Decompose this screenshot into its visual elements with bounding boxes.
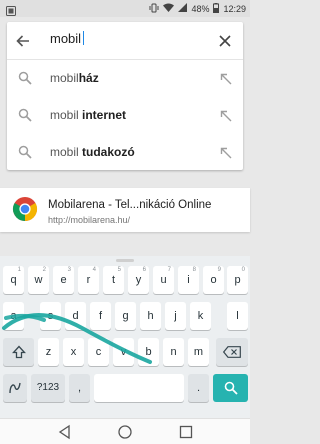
search-icon [18, 145, 32, 159]
suggestion-text: mobilház [50, 71, 99, 85]
shift-key[interactable] [3, 338, 34, 366]
period-key[interactable]: . [188, 374, 209, 402]
key-y[interactable]: 6y [128, 266, 149, 294]
on-screen-keyboard: 1q 2w 3e 4r 5t 6y 7u 8i 9o 0p a s d f g … [0, 256, 250, 418]
key-k[interactable]: k [190, 302, 211, 330]
search-query: mobil [50, 31, 82, 46]
key-c[interactable]: c [88, 338, 109, 366]
key-b[interactable]: b [138, 338, 159, 366]
key-w[interactable]: 2w [28, 266, 49, 294]
key-a[interactable]: a [3, 302, 24, 330]
key-o[interactable]: 9o [203, 266, 224, 294]
key-n[interactable]: n [163, 338, 184, 366]
key-q[interactable]: 1q [3, 266, 24, 294]
notification-icon [6, 3, 16, 21]
result-url: http://mobilarena.hu/ [48, 215, 131, 225]
clock: 12:29 [223, 3, 246, 14]
fill-query-arrow-icon[interactable] [220, 109, 232, 122]
emoji-gesture-key[interactable] [3, 374, 27, 402]
battery-percent: 48% [191, 3, 210, 14]
key-r[interactable]: 4r [78, 266, 99, 294]
result-title: Mobilarena - Tel...nikáció Online [48, 199, 212, 211]
search-bar: mobil [7, 22, 243, 60]
fill-query-arrow-icon[interactable] [220, 146, 232, 159]
space-key[interactable] [94, 374, 184, 402]
search-icon [18, 108, 32, 122]
suggestion-item[interactable]: mobilház [7, 60, 243, 97]
search-panel: mobil mobilház mobil internet mobil tuda… [7, 22, 243, 170]
key-v[interactable]: v [113, 338, 134, 366]
key-e[interactable]: 3e [53, 266, 74, 294]
key-h[interactable]: h [140, 302, 161, 330]
web-result-item[interactable]: Mobilarena - Tel...nikáció Online http:/… [0, 188, 250, 232]
key-d[interactable]: d [65, 302, 86, 330]
home-nav-icon[interactable] [117, 424, 133, 440]
close-icon[interactable] [216, 32, 234, 50]
recents-nav-icon[interactable] [178, 424, 194, 440]
key-l[interactable]: l [227, 302, 248, 330]
key-s[interactable]: s [40, 302, 61, 330]
text-cursor [83, 31, 85, 45]
back-arrow-icon[interactable] [13, 31, 33, 51]
back-nav-icon[interactable] [57, 424, 73, 440]
chrome-icon [12, 196, 38, 222]
key-f[interactable]: f [90, 302, 111, 330]
battery-icon [213, 2, 220, 15]
comma-key[interactable]: , [69, 374, 90, 402]
navigation-bar [0, 418, 250, 444]
search-icon [18, 71, 32, 85]
suggestion-text: mobil tudakozó [50, 145, 135, 159]
search-input[interactable]: mobil [50, 31, 85, 46]
key-g[interactable]: g [115, 302, 136, 330]
key-j[interactable]: j [165, 302, 186, 330]
key-m[interactable]: m [188, 338, 209, 366]
backspace-icon [222, 346, 241, 358]
suggestion-item[interactable]: mobil internet [7, 97, 243, 134]
wifi-icon [163, 3, 175, 14]
status-bar: 48% 12:29 [0, 0, 250, 17]
suggestion-text: mobil internet [50, 108, 127, 122]
backspace-key[interactable] [216, 338, 248, 366]
key-x[interactable]: x [63, 338, 84, 366]
vibrate-icon [149, 3, 159, 15]
signal-icon [178, 3, 188, 14]
search-enter-key[interactable] [213, 374, 248, 402]
symbols-key[interactable]: ?123 [31, 374, 65, 402]
search-icon [224, 381, 238, 395]
key-i[interactable]: 8i [178, 266, 199, 294]
key-u[interactable]: 7u [153, 266, 174, 294]
fill-query-arrow-icon[interactable] [220, 72, 232, 85]
key-t[interactable]: 5t [103, 266, 124, 294]
suggestion-item[interactable]: mobil tudakozó [7, 134, 243, 171]
key-z[interactable]: z [38, 338, 59, 366]
keyboard-handle[interactable] [116, 259, 134, 262]
shift-icon [11, 345, 26, 359]
key-p[interactable]: 0p [227, 266, 248, 294]
gesture-typing-icon [9, 382, 21, 394]
